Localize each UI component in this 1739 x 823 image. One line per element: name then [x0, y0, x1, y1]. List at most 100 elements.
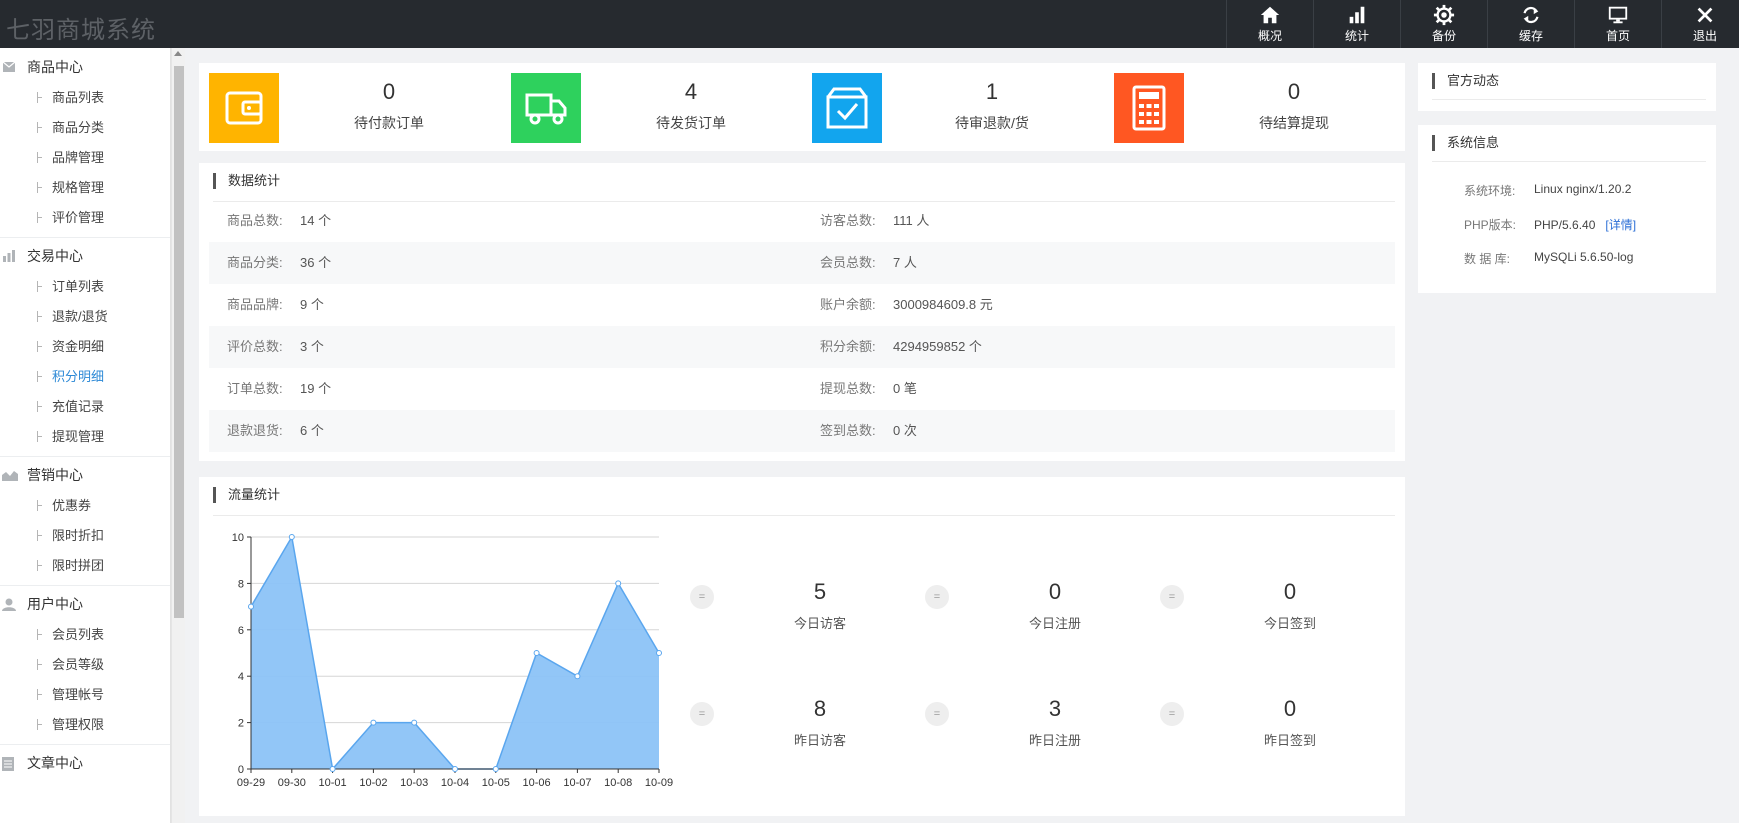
- traffic-panel: 流量统计 0 2 4 6 8 10 09-29 09-30 10-01 10-02 10-03 10-…: [199, 477, 1405, 816]
- nav-home[interactable]: 首页: [1574, 0, 1661, 48]
- stat-value: 0 笔: [893, 381, 917, 396]
- stats-row: 商品品牌: 9 个 账户余额: 3000984609.8 元: [209, 284, 1395, 326]
- nav-label: 备份: [1431, 29, 1456, 43]
- today-visitors-value: 5: [813, 579, 827, 604]
- sidebar-item-spec[interactable]: 规格管理: [0, 173, 170, 203]
- sidebar-item-review[interactable]: 评价管理: [0, 203, 170, 233]
- scroll-up-arrow-icon[interactable]: [174, 51, 182, 56]
- refresh-icon: [1523, 6, 1539, 24]
- sidebar-item-admin-permission[interactable]: 管理权限: [0, 710, 170, 740]
- equals-icon: =: [690, 702, 714, 726]
- x-tick-label: 10-09: [645, 777, 673, 789]
- sidebar-item-admin-account[interactable]: 管理帐号: [0, 680, 170, 710]
- nav-statistics[interactable]: 统计: [1313, 0, 1400, 48]
- stats-row: 订单总数: 19 个 提现总数: 0 笔: [209, 368, 1395, 410]
- sidebar-group-label: 用户中心: [27, 596, 83, 612]
- data-point: [411, 719, 418, 726]
- sidebar-group-articles[interactable]: 文章中心: [0, 747, 170, 779]
- card-icon-box: [1114, 73, 1184, 143]
- sidebar-item-funds[interactable]: 资金明细: [0, 332, 170, 362]
- bar-chart-icon: [3, 250, 15, 262]
- sidebar-item-orders[interactable]: 订单列表: [0, 272, 170, 302]
- x-tick-label: 10-06: [523, 777, 551, 789]
- today-checkins-label: 今日签到: [1263, 616, 1316, 631]
- x-tick-label: 10-04: [441, 777, 469, 789]
- document-icon: [2, 757, 14, 771]
- sidebar-group-users[interactable]: 用户中心: [0, 588, 170, 620]
- today-registrations-value: 0: [1048, 579, 1062, 604]
- scroll-thumb[interactable]: [174, 66, 184, 618]
- pending-settlement-label[interactable]: 待结算提现: [1214, 113, 1374, 133]
- php-details-link[interactable]: [详情]: [1605, 218, 1636, 232]
- data-point: [452, 766, 458, 772]
- stats-row: 商品分类: 36 个 会员总数: 7 人: [209, 242, 1395, 284]
- sidebar-item-withdraw[interactable]: 提现管理: [0, 422, 170, 452]
- system-info-panel: 系统信息 系统环境: Linux nginx/1.20.2 PHP版本: PHP…: [1418, 125, 1716, 293]
- top-bar: 七羽商城系统 概况 统计 备份 缓存 首页 退出: [0, 0, 1739, 48]
- sidebar-item-group-buy[interactable]: 限时拼团: [0, 551, 170, 581]
- x-tick-label: 10-01: [319, 777, 347, 789]
- stat-key: 商品品牌:: [227, 297, 283, 312]
- sidebar-item-refunds[interactable]: 退款/退货: [0, 302, 170, 332]
- nav-label: 统计: [1344, 29, 1369, 43]
- stat-key: 签到总数:: [820, 423, 876, 438]
- sidebar-scrollbar[interactable]: [171, 48, 185, 823]
- pending-payment-label[interactable]: 待付款订单: [309, 113, 469, 133]
- sidebar-item-points[interactable]: 积分明细: [0, 362, 170, 392]
- sidebar-divider: [0, 585, 170, 586]
- data-point: [656, 650, 662, 656]
- stat-value: 3000984609.8 元: [893, 297, 993, 312]
- gear-icon: [1433, 4, 1455, 26]
- stat-key: 访客总数:: [820, 213, 876, 228]
- today-visitors-label: 今日访客: [793, 616, 846, 631]
- stat-key: 账户余额:: [820, 297, 876, 312]
- wallet-icon: [225, 91, 263, 125]
- yesterday-registrations-value: 3: [1048, 696, 1062, 721]
- pending-refund-label[interactable]: 待审退款/货: [912, 113, 1072, 133]
- data-point: [533, 650, 540, 656]
- sysinfo-key: 数 据 库:: [1464, 252, 1511, 266]
- sidebar-item-discount[interactable]: 限时折扣: [0, 521, 170, 551]
- panel-divider: [1432, 161, 1706, 162]
- sidebar-item-recharge[interactable]: 充值记录: [0, 392, 170, 422]
- box-check-icon: [826, 87, 868, 129]
- stat-key: 订单总数:: [227, 381, 283, 396]
- nav-cache[interactable]: 缓存: [1487, 0, 1574, 48]
- bar-chart-icon: [1349, 6, 1365, 24]
- stat-value: 9 个: [300, 297, 324, 312]
- panel-title: 官方动态: [1432, 73, 1499, 89]
- nav-logout[interactable]: 退出: [1661, 0, 1739, 48]
- sidebar-group-trade[interactable]: 交易中心: [0, 240, 170, 272]
- sidebar-group-label: 文章中心: [27, 755, 83, 771]
- today-registrations-label: 今日注册: [1028, 616, 1081, 631]
- sidebar-item-goods-list[interactable]: 商品列表: [0, 83, 170, 113]
- sidebar-group-goods[interactable]: 商品中心: [0, 51, 170, 83]
- traffic-chart: 0 2 4 6 8 10 09-29 09-30 10-01 10-02 10-03 10-04 10-…: [232, 532, 673, 789]
- home-icon: [1260, 6, 1280, 24]
- yesterday-visitors-label: 昨日访客: [793, 733, 846, 748]
- x-tick-label: 10-05: [482, 777, 510, 789]
- sysinfo-key: PHP版本:: [1464, 218, 1517, 232]
- data-point: [248, 603, 254, 610]
- yesterday-checkins-label: 昨日签到: [1263, 733, 1316, 748]
- y-tick-label: 4: [238, 671, 244, 683]
- sidebar-item-members[interactable]: 会员列表: [0, 620, 170, 650]
- official-news-panel: 官方动态: [1418, 63, 1716, 111]
- truck-icon: [525, 93, 567, 125]
- sidebar-item-brand[interactable]: 品牌管理: [0, 143, 170, 173]
- sidebar-item-member-level[interactable]: 会员等级: [0, 650, 170, 680]
- panel-title: 系统信息: [1432, 135, 1499, 151]
- pending-shipment-label[interactable]: 待发货订单: [611, 113, 771, 133]
- stat-key: 会员总数:: [820, 255, 876, 270]
- nav-backup[interactable]: 备份: [1400, 0, 1487, 48]
- stat-value: 0 次: [893, 423, 917, 438]
- stat-key: 提现总数:: [820, 381, 876, 396]
- stat-value: 3 个: [300, 339, 324, 354]
- card-icon-box: [812, 73, 882, 143]
- sidebar-group-marketing[interactable]: 营销中心: [0, 459, 170, 491]
- stat-key: 商品分类:: [227, 255, 283, 270]
- nav-overview[interactable]: 概况: [1226, 0, 1313, 48]
- sidebar-item-goods-category[interactable]: 商品分类: [0, 113, 170, 143]
- sidebar-divider: [0, 456, 170, 457]
- sidebar-item-coupon[interactable]: 优惠券: [0, 491, 170, 521]
